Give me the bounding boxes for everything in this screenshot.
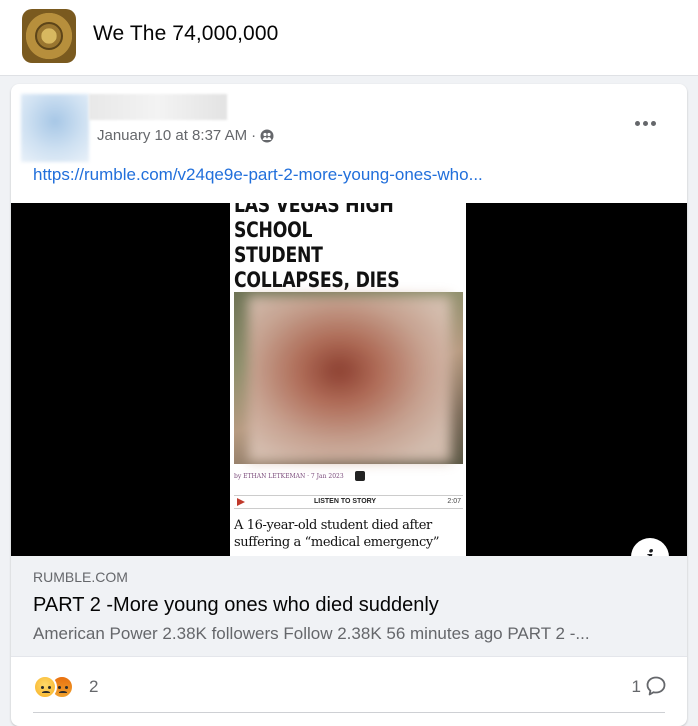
reactions-row: 2 1 [11, 656, 687, 712]
group-members-icon [260, 129, 274, 143]
blurred-photo [248, 296, 451, 462]
video-player[interactable]: LAS VEGAS HIGH SCHOOL STUDENT COLLAPSES,… [11, 203, 687, 576]
listen-time: 2:07 [447, 498, 461, 505]
article-screenshot: LAS VEGAS HIGH SCHOOL STUDENT COLLAPSES,… [230, 203, 466, 556]
reaction-count[interactable]: 2 [89, 677, 98, 697]
article-byline: by ETHAN LETKEMAN · 7 Jan 2023 [234, 473, 344, 480]
preview-title[interactable]: PART 2 -More young ones who died suddenl… [33, 594, 439, 617]
meta-separator: · [251, 127, 257, 144]
post-timestamp[interactable]: January 10 at 8:37 AM [97, 127, 247, 144]
action-divider [33, 712, 665, 713]
comment-count[interactable]: 1 [632, 677, 641, 697]
link-preview[interactable]: RUMBLE.COM PART 2 -More young ones who d… [11, 556, 687, 656]
play-icon [237, 498, 245, 506]
article-lede: A 16-year-old student died after sufferi… [234, 518, 440, 550]
preview-domain: RUMBLE.COM [33, 569, 128, 585]
group-name[interactable]: We The 74,000,000 [93, 22, 278, 46]
post-link[interactable]: https://rumble.com/v24qe9e-part-2-more-y… [33, 165, 483, 185]
group-header: We The 74,000,000 [0, 0, 698, 76]
share-badge-icon [355, 471, 365, 481]
post-card: January 10 at 8:37 AM · https://rumble.c… [11, 84, 687, 726]
more-options-icon[interactable] [625, 110, 665, 136]
listen-label: LISTEN TO STORY [314, 498, 377, 505]
sad-reaction-icon [33, 675, 57, 699]
comment-icon[interactable] [645, 675, 667, 697]
preview-description: American Power 2.38K followers Follow 2.… [33, 624, 590, 643]
reaction-icons[interactable] [33, 675, 74, 699]
article-photo [234, 292, 463, 464]
group-avatar[interactable] [22, 9, 76, 63]
author-avatar[interactable] [21, 94, 89, 162]
post-meta: January 10 at 8:37 AM · [97, 127, 274, 144]
listen-bar: LISTEN TO STORY 2:07 [234, 495, 463, 509]
group-seal-logo [35, 22, 63, 50]
author-name[interactable] [89, 94, 227, 120]
